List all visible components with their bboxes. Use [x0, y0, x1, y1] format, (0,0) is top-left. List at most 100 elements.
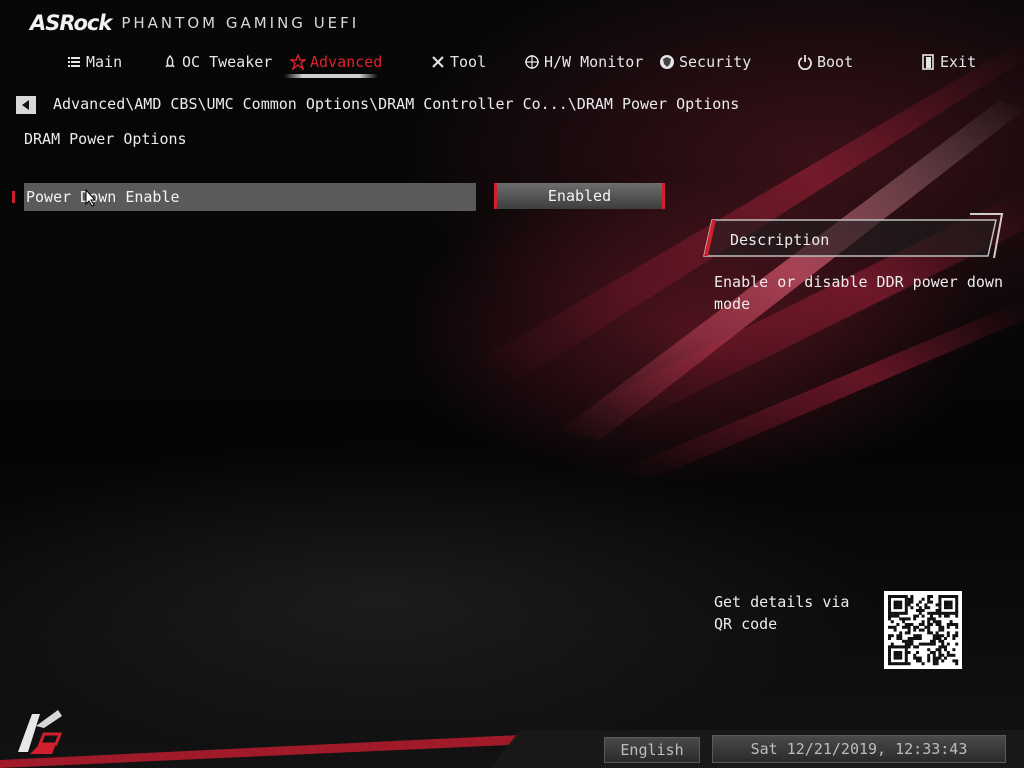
qr-module: [955, 659, 959, 663]
qr-module: [904, 656, 908, 660]
qr-module: [946, 623, 950, 626]
qr-module: [899, 634, 903, 638]
qr-module: [899, 600, 903, 604]
qr-module: [927, 625, 931, 629]
qr-module: [952, 648, 956, 652]
rocket-icon: [162, 54, 178, 70]
qr-module: [893, 625, 897, 629]
tab-security[interactable]: Security: [659, 48, 751, 76]
qr-module: [949, 600, 953, 604]
qr-module: [921, 662, 925, 666]
qr-module: [904, 611, 908, 615]
qr-module: [946, 642, 950, 646]
qr-module: [893, 606, 897, 610]
qr-module: [944, 611, 947, 615]
qr-module: [899, 662, 903, 666]
qr-module: [930, 639, 933, 643]
qr-module: [893, 651, 897, 654]
qr-module: [955, 642, 959, 646]
qr-module: [918, 642, 922, 646]
qr-module: [932, 656, 936, 660]
tab-label: Boot: [817, 53, 854, 71]
tab-label: Exit: [940, 53, 977, 71]
qr-module: [918, 611, 922, 615]
qr-module: [938, 609, 942, 612]
qr-module: [949, 595, 953, 598]
qr-module: [941, 645, 945, 649]
qr-module: [955, 609, 959, 612]
qr-module: [927, 623, 931, 626]
qr-module: [935, 603, 939, 607]
qr-module: [890, 642, 894, 646]
qr-module: [927, 659, 931, 663]
qr-module: [955, 662, 959, 666]
option-value-button[interactable]: Enabled: [494, 183, 665, 209]
qr-module: [916, 603, 919, 607]
qr-module: [907, 617, 911, 621]
qr-module: [930, 611, 933, 615]
qr-module: [924, 625, 928, 629]
qr-module: [910, 597, 914, 601]
qr-module: [918, 609, 922, 612]
qr-module: [893, 656, 897, 660]
tab-main[interactable]: Main: [66, 48, 122, 76]
qr-module: [913, 628, 917, 632]
qr-module: [899, 656, 903, 660]
qr-module: [935, 611, 939, 615]
qr-module: [888, 611, 891, 615]
qr-module: [888, 656, 891, 660]
datetime-display[interactable]: Sat 12/21/2019, 12:33:43: [712, 735, 1006, 763]
tab-label: Tool: [450, 53, 487, 71]
qr-module: [888, 614, 891, 618]
qr-module: [946, 653, 950, 657]
qr-module: [907, 637, 911, 640]
qr-module: [946, 651, 950, 654]
qr-module: [932, 662, 936, 666]
qr-module: [924, 642, 928, 646]
qr-module: [932, 653, 936, 657]
qr-module: [935, 662, 939, 666]
tab-exit[interactable]: Exit: [920, 48, 976, 76]
qr-module: [921, 628, 925, 632]
tab-boot[interactable]: Boot: [797, 48, 853, 76]
qr-module: [904, 645, 908, 649]
back-button[interactable]: [16, 96, 36, 114]
tab-label: Security: [679, 53, 752, 71]
qr-module: [904, 625, 908, 629]
qr-module: [888, 600, 891, 604]
qr-module: [893, 603, 897, 607]
qr-module: [930, 600, 933, 604]
qr-module: [916, 625, 919, 629]
qr-module: [910, 639, 914, 643]
qr-module: [946, 600, 950, 604]
qr-module: [944, 648, 947, 652]
qr-module: [941, 634, 945, 638]
qr-module: [907, 651, 911, 654]
qr-module: [913, 614, 917, 618]
qr-module: [955, 597, 959, 601]
tab-hw-monitor[interactable]: H/W Monitor: [524, 48, 643, 76]
qr-module: [893, 653, 897, 657]
qr-module: [949, 623, 953, 626]
qr-module: [938, 623, 942, 626]
qr-module: [946, 603, 950, 607]
tab-tool[interactable]: Tool: [430, 48, 486, 76]
tab-advanced[interactable]: Advanced: [290, 48, 382, 76]
qr-module: [944, 656, 947, 660]
brand-name: ASRock: [30, 11, 112, 35]
qr-module: [904, 659, 908, 663]
qr-module: [935, 634, 939, 638]
qr-module: [904, 639, 908, 643]
tab-oc-tweaker[interactable]: OC Tweaker: [162, 48, 272, 76]
qr-module: [893, 614, 897, 618]
qr-module: [955, 614, 959, 618]
qr-module: [955, 606, 959, 610]
qr-module: [913, 634, 917, 638]
qr-module: [904, 600, 908, 604]
qr-module: [935, 648, 939, 652]
qr-module: [927, 611, 931, 615]
qr-module: [927, 628, 931, 632]
language-button[interactable]: English: [604, 737, 700, 763]
qr-module: [907, 603, 911, 607]
qr-module: [949, 611, 953, 615]
